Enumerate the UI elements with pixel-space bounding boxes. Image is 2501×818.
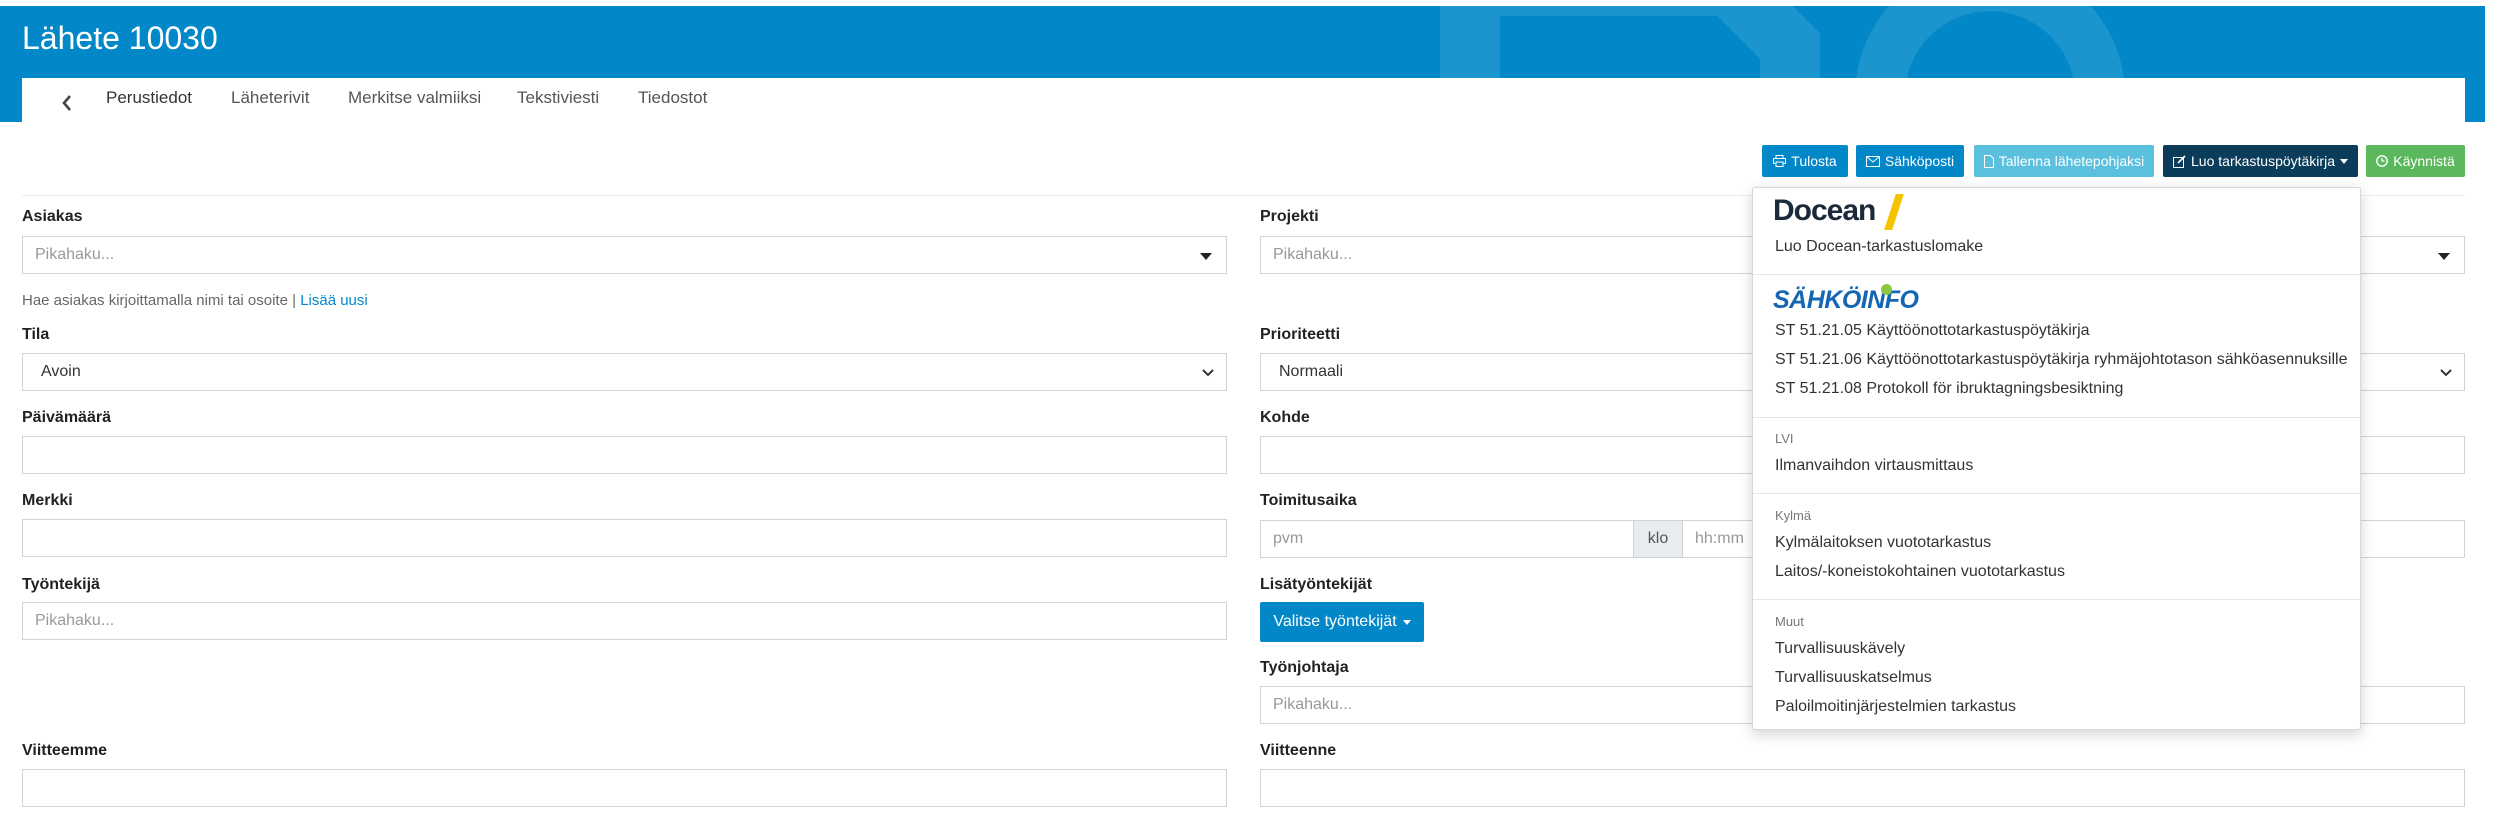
- print-icon: [1773, 155, 1787, 167]
- page-header: Lähete 10030 Perustiedot Läheterivit Mer…: [0, 6, 2485, 122]
- customer-label: Asiakas: [22, 208, 83, 225]
- worker-placeholder: Pikahaku...: [35, 612, 115, 629]
- date-label: Päivämäärä: [22, 409, 111, 426]
- chevron-down-icon: [2440, 369, 2452, 377]
- worker-input[interactable]: Pikahaku...: [22, 602, 1227, 640]
- start-label: Käynnistä: [2393, 153, 2455, 169]
- chevron-down-icon: [1202, 369, 1214, 377]
- clock-addon: klo: [1633, 520, 1683, 558]
- menu-item-st-51-21-08[interactable]: ST 51.21.08 Protokoll för ibruktagningsb…: [1775, 380, 2123, 398]
- clock-addon-label: klo: [1647, 530, 1669, 547]
- customer-hint: Hae asiakas kirjoittamalla nimi tai osoi…: [22, 292, 368, 309]
- supervisor-placeholder: Pikahaku...: [1273, 696, 1353, 713]
- report-dropdown-menu: Docean Luo Docean-tarkastuslomake SÄHKÖI…: [1752, 187, 2361, 730]
- menu-item-ventilation[interactable]: Ilmanvaihdon virtausmittaus: [1775, 457, 1973, 475]
- your-reference-label: Viitteenne: [1260, 742, 1337, 759]
- our-reference-input[interactable]: [22, 769, 1227, 807]
- project-placeholder: Pikahaku...: [1273, 246, 1353, 263]
- page-title: Lähete 10030: [22, 20, 218, 56]
- priority-label: Prioriteetti: [1260, 326, 1341, 343]
- supervisor-label: Työnjohtaja: [1260, 659, 1349, 676]
- status-select[interactable]: Avoin: [22, 353, 1227, 391]
- menu-divider: [1753, 417, 2360, 418]
- customer-placeholder: Pikahaku...: [35, 246, 115, 263]
- caret-down-icon: [2339, 158, 2348, 164]
- date-input[interactable]: [22, 436, 1227, 474]
- menu-divider: [1753, 599, 2360, 600]
- extra-workers-label: Lisätyöntekijät: [1260, 576, 1373, 593]
- menu-item-safety-review[interactable]: Turvallisuuskatselmus: [1775, 669, 1932, 687]
- customer-select[interactable]: Pikahaku...: [22, 236, 1227, 274]
- caret-down-icon: [2438, 253, 2450, 260]
- tab-laheterivit[interactable]: Läheterivit: [231, 78, 309, 122]
- create-report-label: Luo tarkastuspöytäkirja: [2191, 153, 2335, 169]
- print-button[interactable]: Tulosta: [1762, 145, 1848, 177]
- menu-heading-muut: Muut: [1775, 614, 1804, 629]
- select-workers-button[interactable]: Valitse työntekijät: [1260, 602, 1424, 642]
- menu-divider: [1753, 493, 2360, 494]
- email-button[interactable]: Sähköposti: [1856, 145, 1964, 177]
- menu-item-st-51-21-05[interactable]: ST 51.21.05 Käyttöönottotarkastuspöytäki…: [1775, 322, 2090, 340]
- envelope-icon: [1865, 155, 1880, 167]
- select-workers-label: Valitse työntekijät: [1273, 613, 1397, 630]
- menu-item-safety-walk[interactable]: Turvallisuuskävely: [1775, 640, 1905, 658]
- clock-icon: [2376, 155, 2389, 167]
- delivery-date-input[interactable]: pvm: [1260, 520, 1634, 558]
- menu-item-st-51-21-06[interactable]: ST 51.21.06 Käyttöönottotarkastuspöytäki…: [1775, 351, 2348, 369]
- menu-item-docean-form[interactable]: Luo Docean-tarkastuslomake: [1775, 238, 1983, 256]
- menu-item-fire-alarm-check[interactable]: Paloilmoitinjärjestelmien tarkastus: [1775, 698, 2016, 716]
- sahkoinfo-logo: SÄHKÖINFO: [1773, 286, 1919, 314]
- menu-heading-kylma: Kylmä: [1775, 508, 1812, 523]
- menu-item-machine-leak-check[interactable]: Laitos/-koneistokohtainen vuototarkastus: [1775, 563, 2065, 581]
- caret-down-icon: [1200, 253, 1212, 260]
- mark-input[interactable]: [22, 519, 1227, 557]
- customer-hint-text: Hae asiakas kirjoittamalla nimi tai osoi…: [22, 292, 297, 309]
- save-template-button[interactable]: Tallenna lähetepohjaksi: [1974, 145, 2154, 177]
- save-template-label: Tallenna lähetepohjaksi: [1998, 153, 2145, 169]
- project-label: Projekti: [1260, 208, 1319, 225]
- tab-tekstiviesti[interactable]: Tekstiviesti: [517, 78, 599, 122]
- back-button[interactable]: [52, 88, 82, 118]
- email-label: Sähköposti: [1884, 153, 1955, 169]
- sahkoinfo-logo-dot-icon: [1881, 284, 1892, 295]
- file-icon: [1983, 154, 1994, 168]
- menu-heading-lvi: LVI: [1775, 431, 1794, 446]
- worker-label: Työntekijä: [22, 576, 100, 593]
- tab-perustiedot[interactable]: Perustiedot: [106, 78, 192, 122]
- tab-tiedostot[interactable]: Tiedostot: [638, 78, 707, 122]
- caret-down-icon: [1402, 619, 1411, 625]
- add-new-customer-link[interactable]: Lisää uusi: [300, 292, 368, 309]
- status-value: Avoin: [41, 363, 81, 380]
- delivery-date-placeholder: pvm: [1273, 530, 1304, 547]
- target-label: Kohde: [1260, 409, 1310, 426]
- tab-merkitse-valmiiksi[interactable]: Merkitse valmiiksi: [348, 78, 481, 122]
- priority-value: Normaali: [1279, 363, 1344, 380]
- delivery-time-label: Toimitusaika: [1260, 492, 1357, 509]
- our-reference-label: Viitteemme: [22, 742, 108, 759]
- menu-item-cold-leak-check[interactable]: Kylmälaitoksen vuototarkastus: [1775, 534, 1991, 552]
- chevron-left-icon: [62, 95, 71, 111]
- mark-label: Merkki: [22, 492, 73, 509]
- edit-icon: [2173, 154, 2186, 168]
- menu-divider: [1753, 274, 2360, 275]
- delivery-time-placeholder: hh:mm: [1695, 530, 1744, 547]
- status-label: Tila: [22, 326, 50, 343]
- print-label: Tulosta: [1791, 153, 1837, 169]
- tab-bar: Perustiedot Läheterivit Merkitse valmiik…: [22, 78, 2465, 122]
- your-reference-input[interactable]: [1260, 769, 2465, 807]
- start-button[interactable]: Käynnistä: [2366, 145, 2465, 177]
- create-report-button[interactable]: Luo tarkastuspöytäkirja: [2163, 145, 2358, 177]
- docean-logo: Docean: [1773, 194, 1876, 227]
- docean-logo-slash-icon: [1884, 194, 1904, 230]
